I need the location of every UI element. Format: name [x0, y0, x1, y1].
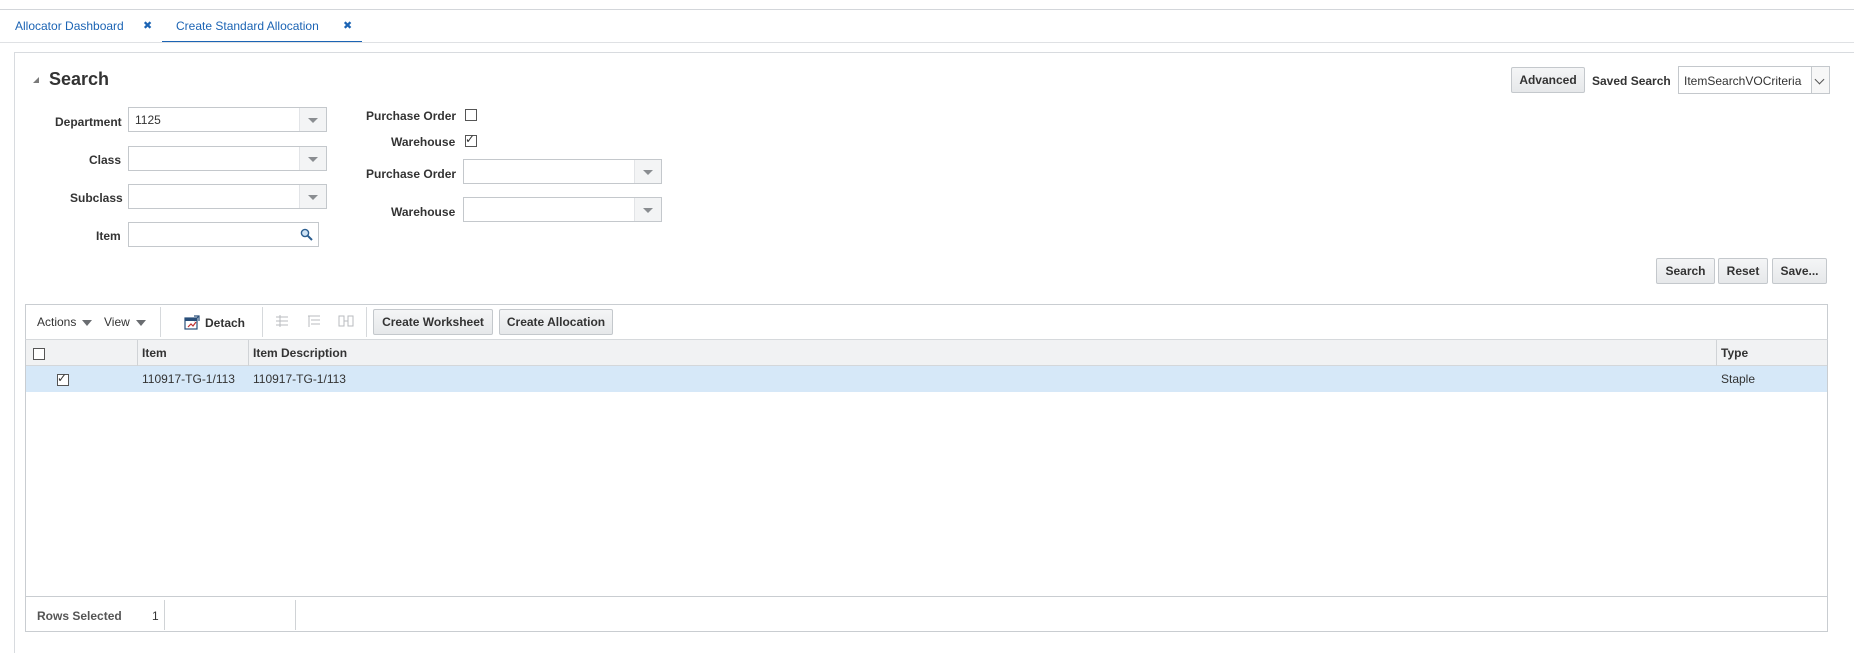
- detach-button[interactable]: Detach: [184, 315, 245, 330]
- rows-selected-count: 1: [152, 609, 159, 623]
- checkmark-icon: ✓: [465, 132, 476, 146]
- saved-search-label: Saved Search: [1592, 74, 1671, 88]
- status-separator: [164, 600, 165, 630]
- status-separator: [295, 600, 296, 630]
- collapse-triangle-icon[interactable]: [33, 77, 39, 83]
- view-menu[interactable]: View: [104, 315, 146, 329]
- reorder-columns-icon[interactable]: [338, 313, 354, 329]
- class-combobox[interactable]: [128, 146, 327, 171]
- tab-label: Create Standard Allocation: [176, 19, 319, 33]
- search-button[interactable]: Search: [1656, 258, 1715, 284]
- purchase-order-combobox[interactable]: [463, 159, 662, 184]
- class-label: Class: [89, 153, 122, 167]
- column-header-item-description[interactable]: Item Description: [253, 340, 347, 366]
- dropdown-arrow-icon[interactable]: [634, 160, 661, 183]
- caret-down-icon: [82, 319, 93, 326]
- column-header-item[interactable]: Item: [142, 340, 167, 366]
- table-status-bar: [26, 596, 1827, 631]
- warehouse-combobox[interactable]: [463, 197, 662, 222]
- advanced-button[interactable]: Advanced: [1511, 67, 1585, 93]
- cell-item-description: 110917-TG-1/113: [253, 372, 346, 386]
- wrap-column-icon[interactable]: [306, 313, 322, 329]
- purchase-order-select-label: Purchase Order: [366, 167, 457, 181]
- column-header-type[interactable]: Type: [1721, 340, 1748, 366]
- dropdown-arrow-icon[interactable]: [299, 147, 326, 170]
- subclass-label: Subclass: [70, 191, 123, 205]
- search-icon[interactable]: [300, 228, 313, 241]
- column-separator: [137, 340, 138, 366]
- tab-allocator-dashboard[interactable]: Allocator Dashboard ✖: [15, 10, 152, 42]
- close-icon[interactable]: ✖: [143, 10, 152, 42]
- rows-selected-label: Rows Selected: [37, 609, 122, 623]
- department-label: Department: [55, 115, 122, 129]
- dropdown-arrow-icon[interactable]: [299, 108, 326, 131]
- select-all-checkbox[interactable]: [33, 348, 45, 360]
- save-search-button[interactable]: Save...: [1772, 258, 1827, 284]
- create-worksheet-button[interactable]: Create Worksheet: [373, 309, 493, 335]
- tab-bar: Allocator Dashboard ✖ Create Standard Al…: [0, 10, 1854, 43]
- toolbar-separator: [262, 307, 263, 337]
- tab-bar-divider: [0, 42, 1854, 43]
- dropdown-arrow-icon[interactable]: [299, 185, 326, 208]
- warehouse-select-label: Warehouse: [391, 205, 456, 219]
- item-label: Item: [96, 229, 121, 243]
- dropdown-arrow-icon[interactable]: [634, 198, 661, 221]
- detach-icon: [184, 315, 200, 330]
- purchase-order-checkbox[interactable]: [465, 109, 477, 121]
- caret-down-icon: [135, 319, 146, 326]
- checkmark-icon: ✓: [57, 371, 68, 385]
- saved-search-select[interactable]: ItemSearchVOCriteria: [1678, 66, 1830, 94]
- warehouse-checkbox[interactable]: ✓: [465, 132, 477, 147]
- tab-label: Allocator Dashboard: [15, 19, 124, 33]
- warehouse-check-label: Warehouse: [391, 135, 456, 149]
- item-search-field[interactable]: [128, 222, 319, 247]
- detach-label: Detach: [205, 316, 246, 330]
- chevron-down-icon[interactable]: [1811, 67, 1829, 93]
- reset-button[interactable]: Reset: [1718, 258, 1768, 284]
- actions-label: Actions: [37, 315, 77, 329]
- subclass-combobox[interactable]: [128, 184, 327, 209]
- cell-item: 110917-TG-1/113: [142, 372, 235, 386]
- cell-type: Staple: [1721, 372, 1756, 386]
- saved-search-value: ItemSearchVOCriteria: [1684, 74, 1802, 88]
- department-combobox[interactable]: 1125: [128, 107, 327, 132]
- create-allocation-button[interactable]: Create Allocation: [499, 309, 613, 335]
- toolbar-separator: [160, 307, 161, 337]
- column-separator: [248, 340, 249, 366]
- row-select-checkbox[interactable]: ✓: [57, 371, 69, 386]
- department-value: 1125: [135, 113, 161, 127]
- freeze-column-icon[interactable]: [274, 313, 290, 329]
- view-label: View: [104, 315, 130, 329]
- actions-menu[interactable]: Actions: [37, 315, 93, 329]
- search-section-title: Search: [49, 69, 110, 89]
- close-icon[interactable]: ✖: [343, 10, 352, 42]
- tab-create-standard-allocation[interactable]: Create Standard Allocation ✖: [162, 10, 362, 43]
- toolbar-separator: [366, 307, 367, 337]
- table-toolbar: [25, 304, 1828, 340]
- purchase-order-check-label: Purchase Order: [366, 109, 457, 123]
- column-separator: [1716, 340, 1717, 366]
